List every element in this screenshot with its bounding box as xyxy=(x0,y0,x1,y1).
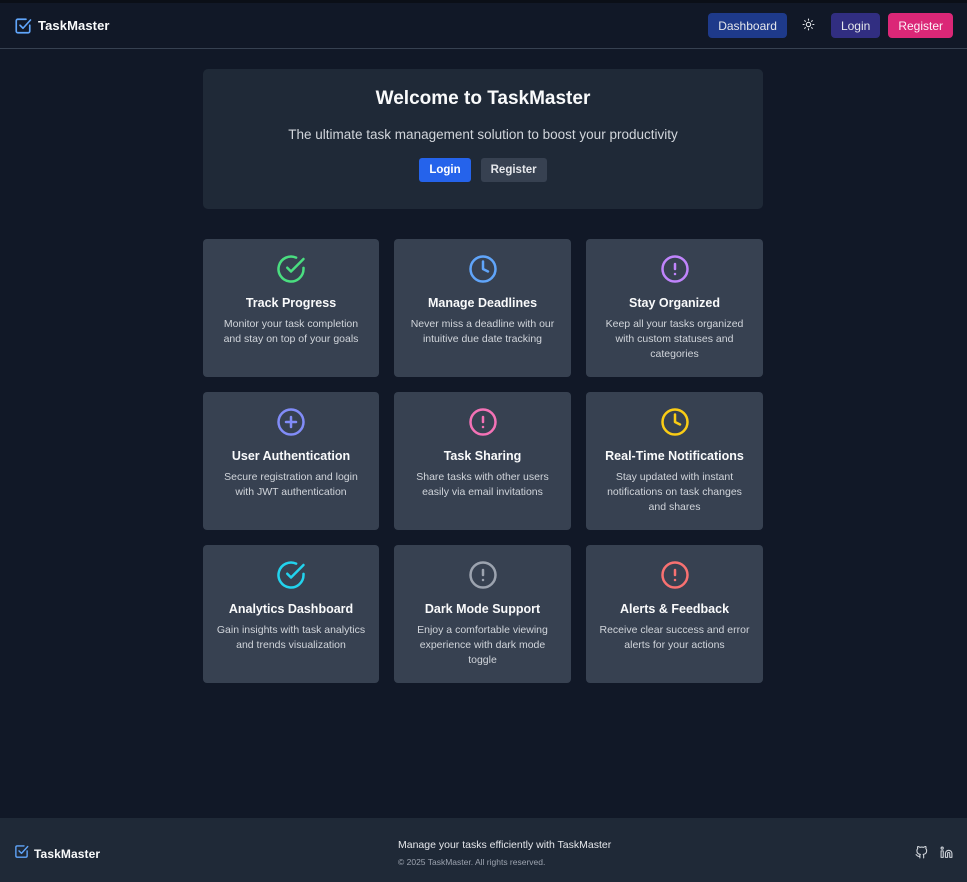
feature-title: Manage Deadlines xyxy=(427,296,538,310)
hero-login-button[interactable]: Login xyxy=(419,158,471,182)
check-circle-icon xyxy=(276,560,306,590)
sun-icon xyxy=(802,18,815,34)
brand-link[interactable]: TaskMaster xyxy=(14,17,110,35)
hero-actions: Login Register xyxy=(419,158,547,182)
navbar: TaskMaster Dashboard Login Register xyxy=(0,3,967,49)
feature-card: Stay Organized Keep all your tasks organi… xyxy=(586,239,763,377)
feature-description: Secure registration and login with JWT a… xyxy=(224,471,358,498)
main-content: Welcome to TaskMaster The ultimate task … xyxy=(203,69,763,683)
feature-card: Analytics Dashboard Gain insights with ta… xyxy=(203,545,379,683)
dashboard-button[interactable]: Dashboard xyxy=(708,13,787,38)
hero-panel: Welcome to TaskMaster The ultimate task … xyxy=(203,69,763,209)
checkbox-logo-icon xyxy=(14,844,29,864)
feature-description: Receive clear success and error alerts f… xyxy=(599,624,750,651)
feature-description: Stay updated with instant notifications … xyxy=(607,471,742,513)
checkbox-logo-icon xyxy=(14,17,32,35)
brand-name: TaskMaster xyxy=(38,18,110,33)
feature-title: Task Sharing xyxy=(443,449,522,463)
linkedin-icon[interactable] xyxy=(940,846,953,859)
alert-circle-icon xyxy=(468,560,498,590)
footer-tagline: Manage your tasks efficiently with TaskM… xyxy=(398,839,612,851)
feature-description: Monitor your task completion and stay on… xyxy=(223,318,359,345)
feature-card: Track Progress Monitor your task completi… xyxy=(203,239,379,377)
features-grid: Track Progress Monitor your task completi… xyxy=(203,239,763,683)
alert-circle-icon xyxy=(660,254,690,284)
footer-social-links xyxy=(915,846,953,859)
feature-title: Dark Mode Support xyxy=(424,602,541,616)
feature-title: Track Progress xyxy=(245,296,337,310)
feature-card: Real-Time Notifications Stay updated with… xyxy=(586,392,763,530)
footer-info: Manage your tasks efficiently with TaskM… xyxy=(398,839,611,867)
feature-card: Dark Mode Support Enjoy a comfortable vie… xyxy=(394,545,571,683)
feature-title: Real-Time Notifications xyxy=(605,449,744,463)
hero-register-button[interactable]: Register xyxy=(480,158,547,182)
feature-title: Stay Organized xyxy=(629,296,720,310)
feature-description: Never miss a deadline with our intuitive… xyxy=(410,318,555,345)
plus-circle-icon xyxy=(276,407,306,437)
hero-title: Welcome to TaskMaster xyxy=(375,88,591,109)
nav-login-button[interactable]: Login xyxy=(830,13,881,38)
feature-card: Task Sharing Share tasks with other users… xyxy=(394,392,571,530)
github-icon[interactable] xyxy=(915,846,928,859)
theme-toggle-button[interactable] xyxy=(795,13,823,38)
alert-circle-icon xyxy=(660,560,690,590)
check-circle-icon xyxy=(276,254,306,284)
feature-description: Keep all your tasks organized with custo… xyxy=(605,318,744,360)
footer-brand-name: TaskMaster xyxy=(34,847,101,861)
feature-title: Alerts & Feedback xyxy=(619,602,730,616)
hero-subtitle: The ultimate task management solution to… xyxy=(288,127,678,142)
nav-actions: Dashboard Login Register xyxy=(708,13,953,38)
feature-card: Alerts & Feedback Receive clear success a… xyxy=(586,545,763,683)
clock-icon xyxy=(468,254,498,284)
feature-description: Gain insights with task analytics and tr… xyxy=(216,624,366,651)
nav-register-button[interactable]: Register xyxy=(888,13,953,38)
feature-title: Analytics Dashboard xyxy=(228,602,354,616)
feature-description: Share tasks with other users easily via … xyxy=(416,471,549,498)
feature-card: User Authentication Secure registration a… xyxy=(203,392,379,530)
footer: TaskMaster Manage your tasks efficiently… xyxy=(0,818,967,882)
feature-title: User Authentication xyxy=(231,449,351,463)
feature-description: Enjoy a comfortable viewing experience w… xyxy=(417,624,548,666)
clock-icon xyxy=(660,407,690,437)
footer-copyright: © 2025 TaskMaster. All rights reserved. xyxy=(398,857,546,867)
feature-card: Manage Deadlines Never miss a deadline wi… xyxy=(394,239,571,377)
footer-brand: TaskMaster xyxy=(14,844,100,864)
alert-circle-icon xyxy=(468,407,498,437)
